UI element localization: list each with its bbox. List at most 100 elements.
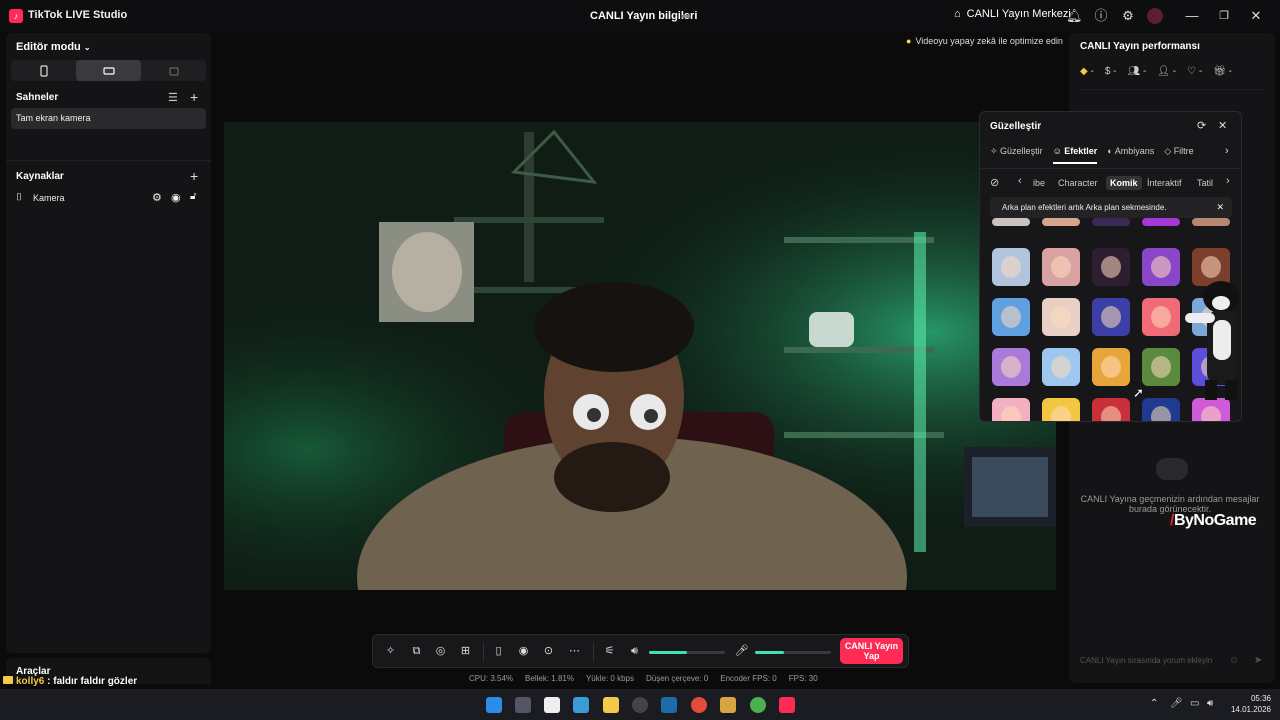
bell-icon[interactable]: 🔔︎ <box>1066 8 1083 24</box>
tiktok-live-studio-icon[interactable] <box>779 697 795 713</box>
photos-icon[interactable] <box>573 697 589 713</box>
add-source-button-icon[interactable]: ⊞ <box>458 644 473 659</box>
effect-thumbnail-face <box>1151 306 1171 328</box>
effect-tile[interactable] <box>1142 218 1180 226</box>
task-view-icon[interactable] <box>515 697 531 713</box>
effect-tile[interactable] <box>1142 348 1180 386</box>
notice-close-icon[interactable]: ✕ <box>1216 202 1224 213</box>
snipping-tool-icon[interactable] <box>544 697 560 713</box>
effect-tile[interactable] <box>992 218 1030 226</box>
chatgpt-icon[interactable] <box>632 697 648 713</box>
tray-expand-icon[interactable]: ⌃ <box>1150 698 1158 709</box>
home-icon: ⌂ <box>954 8 961 20</box>
category-prev-icon[interactable]: ‹ <box>1018 175 1022 187</box>
volume-slider[interactable] <box>649 651 725 654</box>
list-icon[interactable]: ☰ <box>168 91 178 104</box>
category-next-icon[interactable]: › <box>1226 175 1230 187</box>
no-effect-icon[interactable]: ⊘ <box>990 176 999 189</box>
coin-icon: $ - <box>1104 66 1117 77</box>
effect-tile[interactable] <box>992 398 1030 421</box>
effect-tile[interactable] <box>1042 218 1080 226</box>
portrait-mode-button[interactable] <box>11 60 76 81</box>
effect-tile[interactable] <box>1092 218 1130 226</box>
category-item[interactable]: Tatil <box>1197 178 1213 188</box>
camera-preview[interactable] <box>224 122 1056 590</box>
ai-icon[interactable]: ◎ <box>433 644 448 659</box>
effect-tile[interactable] <box>992 248 1030 286</box>
microphone-icon[interactable]: 🎤︎ <box>734 644 749 659</box>
eye-icon[interactable]: ◉ <box>171 191 181 204</box>
effect-tile[interactable] <box>1142 248 1180 286</box>
gift-icon: 🎁︎ - <box>1213 66 1232 77</box>
steam-icon[interactable] <box>661 697 677 713</box>
category-item[interactable]: İnteraktif <box>1147 178 1182 188</box>
mixer-icon[interactable]: ⚟ <box>602 644 617 659</box>
volume-tray-icon[interactable]: 🔊︎ <box>1207 698 1213 709</box>
add-scene-icon[interactable]: + <box>190 89 198 105</box>
avatar[interactable] <box>1147 8 1163 24</box>
speaker-icon[interactable]: 🔊︎ <box>627 644 642 659</box>
mic-slider[interactable] <box>755 651 831 654</box>
scene-item[interactable]: Tam ekran kamera <box>11 108 206 129</box>
source-item-camera[interactable]: ⌷ Kamera ⚙ ◉ 🔓︎ <box>16 191 201 207</box>
chat-input[interactable]: CANLI Yayın sırasında yorum ekleyin <box>1072 650 1247 672</box>
network-icon[interactable]: ▭ <box>1190 698 1199 709</box>
tab-ambience[interactable]: ◐ Ambiyans <box>1107 146 1154 164</box>
restore-icon[interactable]: ❐ <box>1216 8 1232 24</box>
close-icon[interactable]: ✕ <box>1248 8 1264 24</box>
effect-tile[interactable] <box>992 298 1030 336</box>
effect-tile[interactable] <box>1092 298 1130 336</box>
effect-tile[interactable] <box>1042 398 1080 421</box>
share-icon[interactable]: ➦ <box>681 9 691 23</box>
chrome-icon[interactable] <box>691 697 707 713</box>
windows-start-icon[interactable] <box>486 697 502 713</box>
tabs-next-icon[interactable]: › <box>1225 145 1229 157</box>
effect-tile[interactable] <box>1042 248 1080 286</box>
chevron-down-icon: ⌄ <box>83 43 91 52</box>
effect-tile[interactable] <box>1142 298 1180 336</box>
category-item-active[interactable]: Komik <box>1106 176 1142 190</box>
editor-mode-dropdown[interactable]: Editör modu ⌄ <box>16 41 91 53</box>
live-center-button[interactable]: ⌂ CANLI Yayın Merkezi <box>954 8 1071 20</box>
category-item[interactable]: Character <box>1058 178 1098 188</box>
effect-tile[interactable] <box>1042 298 1080 336</box>
help-icon[interactable]: ⓘ <box>1093 8 1109 24</box>
effect-tile[interactable] <box>992 348 1030 386</box>
tab-filter[interactable]: ◇ Filtre <box>1164 146 1193 164</box>
translate-icon[interactable]: ⧉ <box>409 644 424 659</box>
effect-tile[interactable] <box>1142 398 1180 421</box>
effect-tile[interactable] <box>1092 398 1130 421</box>
file-explorer-icon[interactable] <box>603 697 619 713</box>
optimize-hint[interactable]: ● Videoyu yapay zekâ ile optimize edin <box>906 34 1063 48</box>
more-icon[interactable]: ⋯ <box>567 644 582 659</box>
effect-tile[interactable] <box>1092 348 1130 386</box>
category-item[interactable]: ibe <box>1033 178 1045 188</box>
chrome-profile-icon[interactable] <box>750 697 766 713</box>
emoji-icon[interactable]: ☺ <box>1229 655 1239 666</box>
lock-icon[interactable]: 🔓︎ <box>190 191 196 202</box>
replay-icon[interactable]: ⊙ <box>541 644 556 659</box>
effect-tile[interactable] <box>1092 248 1130 286</box>
reset-icon[interactable]: ⟳ <box>1197 119 1206 132</box>
magic-wand-icon[interactable]: ✧ <box>383 644 398 659</box>
add-source-icon[interactable]: + <box>190 168 198 184</box>
record-icon[interactable]: ◉ <box>516 644 531 659</box>
minimize-icon[interactable]: — <box>1184 8 1200 24</box>
notice-text: Arka plan efektleri artık Arka plan sekm… <box>1002 203 1167 212</box>
tab-beautify[interactable]: ✧ Güzelleştir <box>990 146 1043 164</box>
effect-thumbnail-face <box>1151 256 1171 278</box>
send-icon[interactable]: ➤ <box>1254 655 1262 666</box>
tab-effects[interactable]: ☺ Efektler <box>1052 146 1098 164</box>
media-player-icon[interactable] <box>720 697 736 713</box>
effect-tile[interactable] <box>1192 218 1230 226</box>
source-settings-icon[interactable]: ⚙ <box>152 191 162 204</box>
tray-mic-icon[interactable]: 🎤︎ <box>1170 698 1183 709</box>
close-panel-icon[interactable]: ✕ <box>1218 119 1227 132</box>
system-clock[interactable]: 05:36 14.01.2026 <box>1227 693 1271 715</box>
settings-icon[interactable]: ⚙ <box>1120 8 1136 24</box>
effect-tile[interactable] <box>1042 348 1080 386</box>
phone-icon[interactable]: ▯ <box>491 644 506 659</box>
landscape-mode-button[interactable] <box>76 60 141 81</box>
dual-mode-button[interactable] <box>141 60 206 81</box>
go-live-button[interactable]: CANLI Yayın Yap <box>840 638 903 664</box>
